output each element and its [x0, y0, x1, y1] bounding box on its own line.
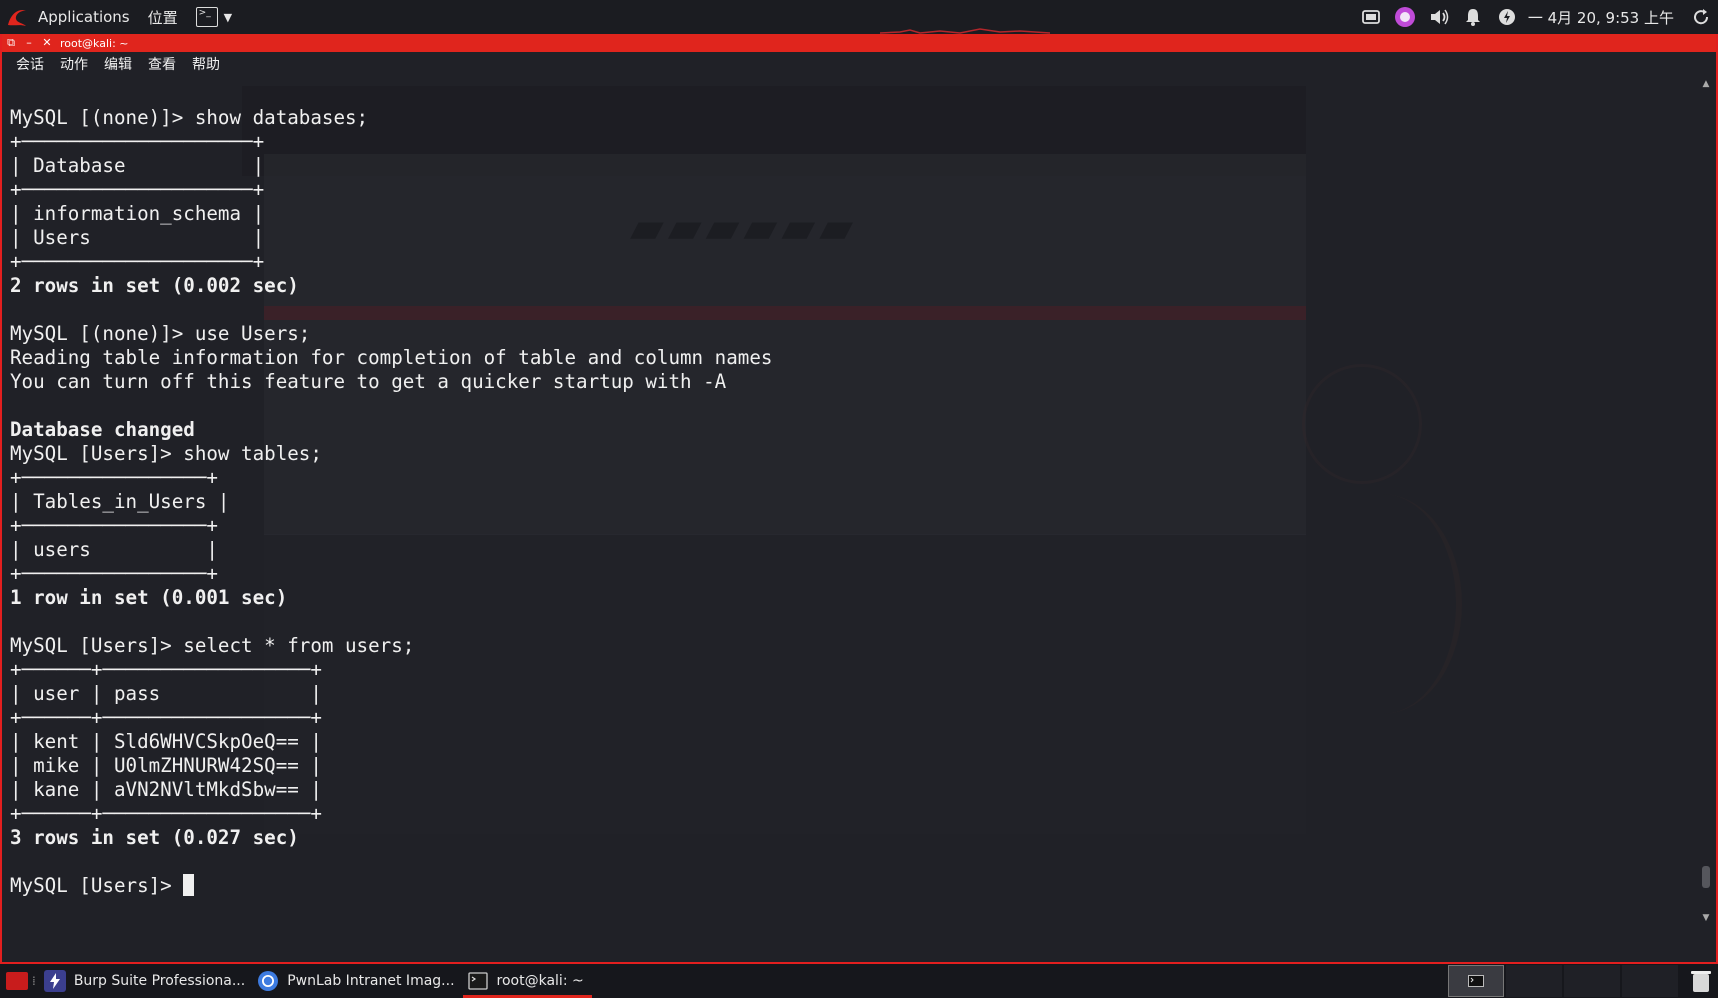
- power-status-icon[interactable]: [1495, 5, 1519, 29]
- task-burp-suite[interactable]: Burp Suite Professiona...: [40, 964, 253, 998]
- minimize-window-icon[interactable]: –: [20, 34, 38, 52]
- taskbar-handle-icon[interactable]: ⁞: [32, 974, 36, 988]
- chevron-down-icon[interactable]: ▼: [224, 11, 232, 24]
- terminal-line: | Tables_in_Users |: [10, 490, 230, 513]
- task-label: root@kali: ~: [496, 973, 584, 989]
- terminal-line: | user | pass |: [10, 682, 322, 705]
- scrollbar-thumb[interactable]: [1702, 866, 1710, 888]
- task-label: PwnLab Intranet Imag...: [287, 973, 455, 989]
- terminal-line: | information_schema |: [10, 202, 265, 225]
- terminal-icon: [467, 970, 489, 992]
- terminal-line: +────────────────+: [10, 466, 218, 489]
- terminal-line: 1 row in set (0.001 sec): [10, 586, 288, 609]
- task-label: Burp Suite Professiona...: [73, 973, 246, 989]
- terminal-line: MySQL [Users]>: [10, 874, 772, 898]
- terminal-line: +────────────────+: [10, 562, 218, 585]
- places-menu[interactable]: 位置: [148, 7, 178, 28]
- terminal-line: Database changed: [10, 418, 195, 441]
- network-activity-graph: [880, 28, 1050, 34]
- terminal-line: +────────────────────+: [10, 250, 265, 273]
- terminal-scrollbar[interactable]: ▲ ▼: [1700, 78, 1712, 924]
- terminal-line: | Users |: [10, 226, 265, 249]
- terminal-line: MySQL [(none)]> show databases;: [10, 106, 369, 129]
- notifications-bell-icon[interactable]: [1461, 5, 1485, 29]
- top-panel: Applications 位置 >_ ▼ 一 4月 20, 9:53 上午: [0, 0, 1718, 34]
- scroll-down-icon[interactable]: ▼: [1700, 912, 1712, 924]
- restore-window-icon[interactable]: ⧉: [2, 34, 20, 52]
- menubar: 会话 动作 编辑 查看 帮助: [2, 52, 1716, 76]
- terminal-line: 3 rows in set (0.027 sec): [10, 826, 299, 849]
- terminal-line: You can turn off this feature to get a q…: [10, 370, 727, 393]
- burp-icon: [43, 970, 66, 992]
- terminal-line: | mike | U0lmZHNURW42SQ== |: [10, 754, 322, 777]
- refresh-icon[interactable]: [1689, 5, 1713, 29]
- menu-actions[interactable]: 动作: [52, 54, 96, 74]
- terminal-output[interactable]: MySQL [(none)]> show databases; +────────…: [10, 106, 772, 898]
- workspace-3[interactable]: [1564, 965, 1620, 997]
- menu-help[interactable]: 帮助: [184, 54, 228, 74]
- workspace-1[interactable]: [1448, 965, 1504, 997]
- taskbar: ⁞ Burp Suite Professiona... PwnLab Intra…: [0, 964, 1718, 998]
- task-chromium[interactable]: PwnLab Intranet Imag...: [253, 964, 462, 998]
- workspace-4[interactable]: [1622, 965, 1678, 997]
- volume-icon[interactable]: [1427, 5, 1451, 29]
- kali-menu-icon[interactable]: [2, 2, 32, 32]
- workspace-switcher: [1446, 964, 1678, 998]
- show-desktop-button[interactable]: [6, 972, 28, 990]
- screenshot-icon[interactable]: [1359, 5, 1383, 29]
- terminal-line: MySQL [(none)]> use Users;: [10, 322, 311, 345]
- menu-session[interactable]: 会话: [2, 54, 52, 74]
- terminal-line: +──────+──────────────────+: [10, 802, 322, 825]
- terminal-line: 2 rows in set (0.002 sec): [10, 274, 299, 297]
- workspace-2[interactable]: [1506, 965, 1562, 997]
- terminal-line: +──────+──────────────────+: [10, 706, 322, 729]
- terminal-line: +────────────────+: [10, 514, 218, 537]
- terminal-line: +────────────────────+: [10, 130, 265, 153]
- user-avatar-icon[interactable]: [1393, 5, 1417, 29]
- background-wallpaper-arc: [1302, 494, 1462, 714]
- terminal-line: | kent | Sld6WHVCSkpOeQ== |: [10, 730, 322, 753]
- trash-icon[interactable]: [1690, 969, 1712, 993]
- chromium-icon: [257, 970, 279, 992]
- close-window-icon[interactable]: ✕: [38, 34, 56, 52]
- terminal-cursor: [183, 874, 195, 896]
- window-titlebar[interactable]: ⧉ – ✕ root@kali: ~: [2, 34, 1716, 52]
- clock[interactable]: 一 4月 20, 9:53 上午: [1528, 7, 1674, 28]
- applications-menu[interactable]: Applications: [38, 8, 130, 26]
- terminal-line: +────────────────────+: [10, 178, 265, 201]
- background-wallpaper-dragon: [1302, 364, 1422, 484]
- terminal-launcher-icon[interactable]: >_: [195, 7, 218, 27]
- terminal-line: | kane | aVN2NVltMkdSbw== |: [10, 778, 322, 801]
- terminal-window[interactable]: ⧉ – ✕ root@kali: ~ 会话 动作 编辑 查看 帮助 ▰▰▰▰▰▰…: [0, 34, 1718, 964]
- terminal-line: +──────+──────────────────+: [10, 658, 322, 681]
- terminal-line: | users |: [10, 538, 218, 561]
- task-terminal[interactable]: root@kali: ~: [462, 964, 592, 998]
- scroll-up-icon[interactable]: ▲: [1700, 78, 1712, 90]
- menu-view[interactable]: 查看: [140, 54, 184, 74]
- window-title: root@kali: ~: [60, 36, 129, 50]
- terminal-line: MySQL [Users]> select * from users;: [10, 634, 415, 657]
- terminal-line: | Database |: [10, 154, 265, 177]
- terminal-line: Reading table information for completion…: [10, 346, 773, 369]
- terminal-line: MySQL [Users]> show tables;: [10, 442, 322, 465]
- menu-edit[interactable]: 编辑: [96, 54, 140, 74]
